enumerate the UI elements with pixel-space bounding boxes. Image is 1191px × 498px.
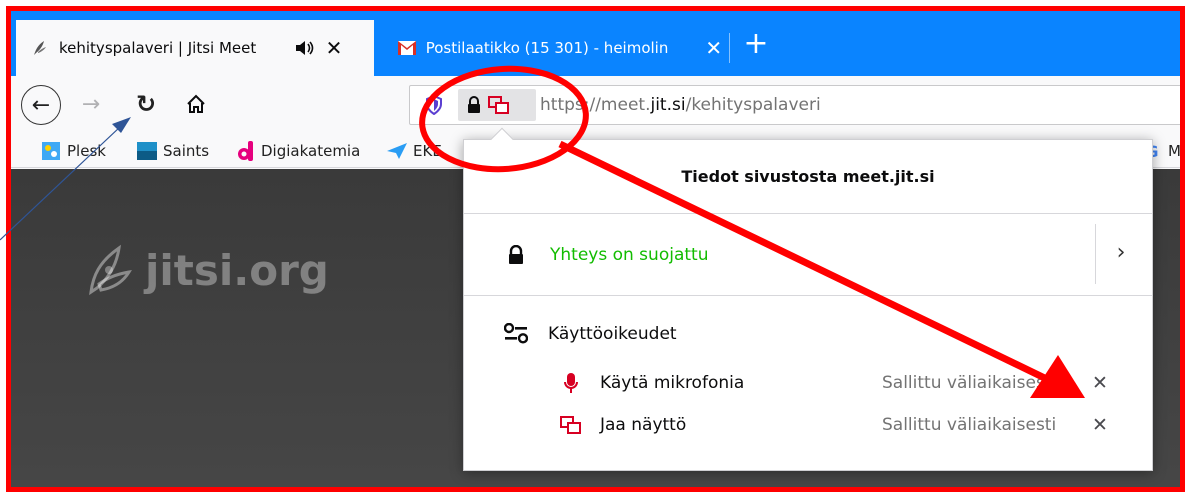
site-identity-button[interactable] (458, 89, 536, 121)
permissions-section-header: Käyttöoikeudet (464, 306, 1152, 362)
speaker-icon[interactable] (295, 40, 317, 56)
permissions-title: Käyttöoikeudet (548, 324, 677, 344)
reload-button[interactable]: ↻ (131, 89, 161, 119)
new-tab-button[interactable]: + (739, 29, 773, 63)
close-tab-icon[interactable]: ✕ (703, 38, 724, 58)
jitsi-logo: jitsi.org (79, 240, 329, 300)
permissions-icon (504, 323, 532, 345)
annotation-frame: kehityspalaveri | Jitsi Meet ✕ Postilaat… (6, 6, 1185, 492)
site-info-panel: Tiedot sivustosta meet.jit.si Yhteys on … (463, 127, 1153, 471)
saints-icon (137, 141, 157, 161)
permission-state: Sallittu väliaikaisesti (882, 415, 1057, 435)
digiakatemia-icon (235, 141, 255, 161)
navigation-toolbar: ← → ↻ https://meet.jit.si/kehityspalaver… (11, 76, 1180, 133)
jitsi-logo-icon (89, 244, 132, 296)
tab-title: kehityspalaveri | Jitsi Meet (59, 39, 257, 57)
plesk-icon (41, 141, 61, 161)
connection-status-text: Yhteys on suojattu (550, 244, 709, 265)
send-icon (387, 141, 407, 161)
screen-share-icon (560, 416, 582, 434)
tab-strip: kehityspalaveri | Jitsi Meet ✕ Postilaat… (11, 11, 1180, 76)
home-button[interactable] (181, 89, 211, 119)
lock-icon (504, 244, 528, 265)
permission-row-screen: Jaa näyttö Sallittu väliaikaisesti ✕ (464, 404, 1152, 446)
tab-title: Postilaatikko (15 301) - heimolin (425, 39, 669, 57)
jitsi-favicon-icon (30, 38, 50, 58)
remove-permission-button[interactable]: ✕ (1092, 372, 1108, 394)
permission-row-microphone: Käytä mikrofonia Sallittu väliaikaisesti… (464, 362, 1152, 404)
connection-security-row[interactable]: Yhteys on suojattu › (464, 214, 1152, 296)
back-button[interactable]: ← (21, 85, 61, 125)
url-bar[interactable]: https://meet.jit.si/kehityspalaveri (409, 85, 1180, 125)
chevron-right-icon[interactable]: › (1106, 238, 1136, 268)
bookmark-saints[interactable]: Saints (137, 139, 209, 163)
divider (1095, 224, 1096, 284)
remove-permission-button[interactable]: ✕ (1092, 414, 1108, 436)
permission-state: Sallittu väliaikaisesti (882, 373, 1057, 393)
bookmark-digiakatemia[interactable]: Digiakatemia (235, 139, 360, 163)
tracking-protection-icon[interactable] (422, 95, 446, 115)
url-text: https://meet.jit.si/kehityspalaveri (540, 95, 821, 115)
screen-share-icon (488, 96, 509, 114)
bookmark-plesk[interactable]: Plesk (41, 139, 106, 163)
tab-jitsi[interactable]: kehityspalaveri | Jitsi Meet ✕ (16, 20, 374, 76)
permission-label: Käytä mikrofonia (600, 373, 745, 393)
tab-separator (729, 33, 730, 63)
microphone-icon (560, 372, 582, 394)
home-icon (187, 94, 205, 113)
bookmark-eke[interactable]: EKE (387, 139, 442, 163)
lock-icon (468, 96, 480, 113)
gmail-favicon-icon (398, 38, 417, 58)
close-tab-icon[interactable]: ✕ (323, 38, 345, 58)
tab-gmail[interactable]: Postilaatikko (15 301) - heimolin ✕ (384, 20, 724, 76)
permission-label: Jaa näyttö (600, 415, 687, 435)
forward-button[interactable]: → (76, 89, 106, 119)
panel-title: Tiedot sivustosta meet.jit.si (464, 140, 1152, 214)
